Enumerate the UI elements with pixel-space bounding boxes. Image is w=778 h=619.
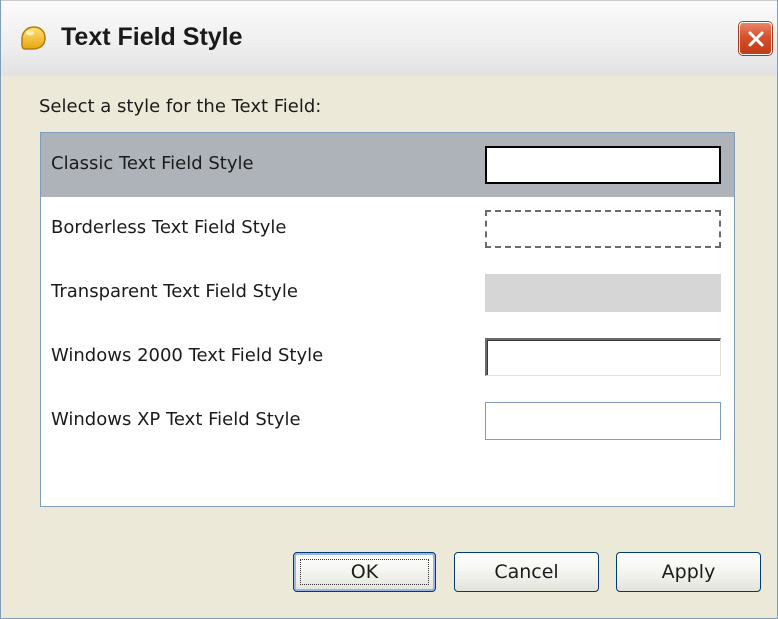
style-prompt-label: Select a style for the Text Field: [39,96,322,117]
cancel-button[interactable]: Cancel [454,552,599,592]
borderless-text-field-preview [485,210,721,248]
style-option-windows-xp[interactable]: Windows XP Text Field Style [41,389,734,453]
focus-ring [300,559,429,585]
style-option-label: Classic Text Field Style [51,153,254,174]
classic-text-field-preview [485,146,721,184]
style-option-transparent[interactable]: Transparent Text Field Style [41,261,734,325]
windows-xp-text-field-preview [485,402,721,440]
apply-button[interactable]: Apply [616,552,761,592]
transparent-text-field-preview [485,274,721,312]
text-field-style-dialog: Text Field Style Select a style for the … [0,0,778,619]
dialog-content: Select a style for the Text Field: Class… [1,76,777,618]
style-option-label: Transparent Text Field Style [51,281,298,302]
windows-2000-text-field-preview [485,338,721,376]
close-icon [748,31,764,47]
app-icon [19,23,47,51]
style-option-classic[interactable]: Classic Text Field Style [41,133,734,197]
style-option-label: Windows XP Text Field Style [51,409,301,430]
ok-button[interactable]: OK [293,552,436,592]
style-option-label: Borderless Text Field Style [51,217,287,238]
style-option-label: Windows 2000 Text Field Style [51,345,324,366]
style-list[interactable]: Classic Text Field Style Borderless Text… [40,132,735,507]
style-option-borderless[interactable]: Borderless Text Field Style [41,197,734,261]
window-title: Text Field Style [61,23,243,51]
title-bar[interactable]: Text Field Style [1,0,777,76]
style-option-windows-2000[interactable]: Windows 2000 Text Field Style [41,325,734,389]
close-button[interactable] [739,22,772,55]
